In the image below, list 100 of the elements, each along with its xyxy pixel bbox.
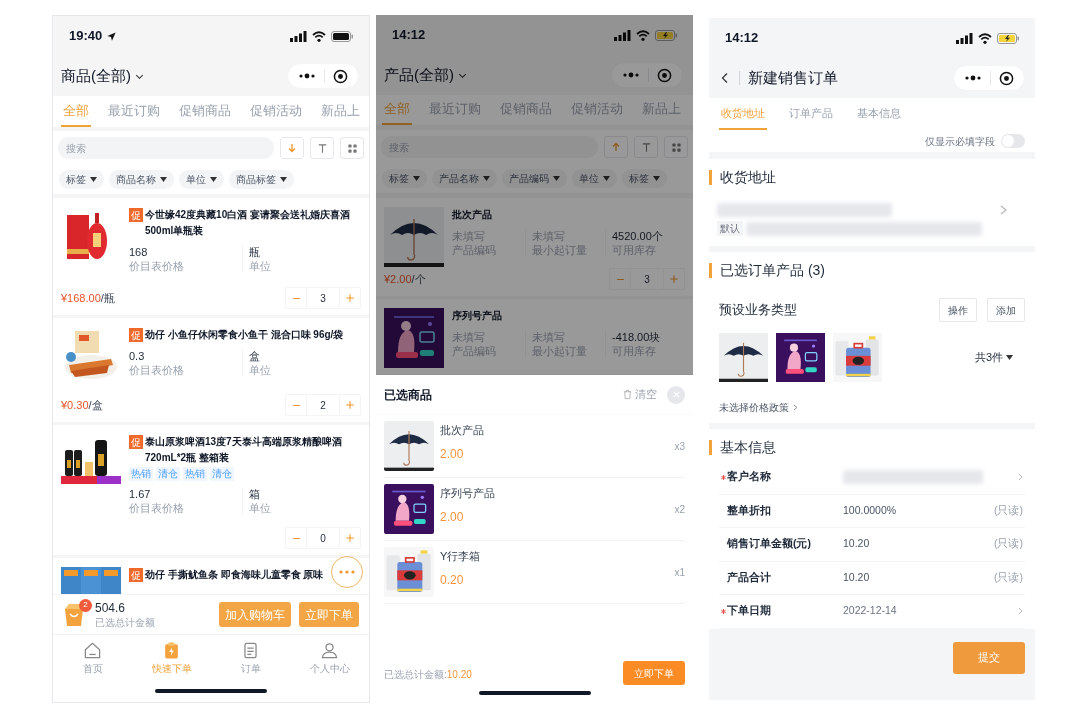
- home-icon: [83, 641, 102, 660]
- filter-button[interactable]: [310, 137, 334, 159]
- trash-icon: [622, 389, 633, 400]
- product-name: 序列号产品: [452, 309, 502, 323]
- field-value: 0.3: [129, 349, 146, 363]
- plus-icon: [345, 533, 355, 543]
- filter-chip[interactable]: 标签: [382, 169, 427, 188]
- sort-button[interactable]: [280, 137, 304, 159]
- filter-chip[interactable]: 商品名称: [109, 170, 174, 189]
- more-icon[interactable]: [622, 72, 640, 78]
- sort-button[interactable]: [604, 136, 628, 158]
- order-button[interactable]: 立即下单: [623, 661, 685, 685]
- tab[interactable]: 新品上: [319, 96, 362, 127]
- caret-down-icon: [553, 176, 560, 181]
- form-row[interactable]: 下单日期 2022-12-14: [719, 595, 1025, 629]
- small-button[interactable]: 操作: [939, 298, 977, 322]
- item-count-dropdown[interactable]: 共3件: [974, 349, 1013, 366]
- clear-button[interactable]: 清空: [622, 386, 657, 403]
- action-button[interactable]: 加入购物车: [219, 602, 291, 627]
- promo-badge: 促: [129, 328, 143, 342]
- tab[interactable]: 全部: [61, 96, 91, 127]
- price: ¥0.30: [61, 398, 89, 411]
- filter-chip[interactable]: 标签: [622, 169, 667, 188]
- caret-down-icon: [160, 177, 167, 182]
- tab[interactable]: 促销商品: [498, 95, 554, 125]
- tab-bar-item[interactable]: 个人中心: [290, 635, 369, 702]
- quantity-stepper[interactable]: 2: [285, 394, 361, 416]
- small-button[interactable]: 添加: [987, 298, 1025, 322]
- tab[interactable]: 最近订购: [427, 95, 483, 125]
- filter-chip[interactable]: 商品标签: [229, 170, 294, 189]
- shopping-bag-icon: [63, 601, 85, 626]
- toggle-switch[interactable]: [1001, 134, 1025, 148]
- quantity-stepper[interactable]: 0: [285, 527, 361, 549]
- action-button[interactable]: 立即下单: [299, 602, 359, 627]
- grid-icon: [346, 142, 358, 154]
- chevron-right-icon: [1000, 205, 1007, 215]
- tab[interactable]: 促销商品: [177, 96, 233, 127]
- page-title: 新建销售订单: [748, 67, 838, 88]
- field-label: 单位: [248, 501, 272, 515]
- caret-down-icon: [653, 176, 660, 181]
- plus-icon: [345, 400, 355, 410]
- readonly-note: (只读): [994, 536, 1023, 552]
- field-label: 价目表价格: [129, 363, 185, 377]
- product-tag: 清仓: [156, 467, 180, 481]
- close-target-icon[interactable]: [999, 70, 1014, 86]
- submit-button[interactable]: 提交: [953, 641, 1025, 674]
- promo-badge: 促: [129, 568, 143, 582]
- more-icon[interactable]: [298, 73, 316, 79]
- grid-view-button[interactable]: [664, 136, 688, 158]
- quantity-value: 3: [306, 288, 340, 308]
- tab[interactable]: 基本信息: [855, 98, 903, 130]
- quantity-stepper[interactable]: 3: [285, 287, 361, 309]
- product-name: 劲仔 小鱼仔休闲零食小鱼干 混合口味 96g/袋: [145, 328, 344, 342]
- chevron-right-icon: [793, 404, 798, 411]
- caret-down-icon: [1006, 355, 1013, 360]
- promo-badge: 促: [129, 208, 143, 222]
- filter-chip[interactable]: 产品编码: [502, 169, 567, 188]
- wifi-icon: [636, 29, 650, 41]
- form-row[interactable]: 客户名称: [719, 461, 1025, 495]
- tab[interactable]: 促销活动: [569, 95, 625, 125]
- default-tag: 默认: [717, 221, 743, 236]
- filter-chip[interactable]: 单位: [179, 170, 224, 189]
- section-title: 基本信息: [720, 437, 776, 457]
- tab[interactable]: 新品上: [640, 95, 683, 125]
- status-time: 14:12: [392, 26, 426, 45]
- signal-icon: [614, 29, 631, 41]
- tab-bar-item[interactable]: 首页: [53, 635, 132, 702]
- close-target-icon[interactable]: [657, 67, 672, 83]
- field-label: 客户名称: [727, 469, 771, 485]
- signal-icon: [956, 32, 973, 44]
- total-amount: 504.6: [95, 600, 127, 616]
- more-icon: [339, 570, 355, 574]
- field-label: 下单日期: [727, 603, 771, 619]
- page-title[interactable]: 商品(全部): [61, 64, 131, 88]
- close-icon: [671, 390, 681, 399]
- page-title[interactable]: 产品(全部): [384, 63, 454, 87]
- price-policy-link[interactable]: 未选择价格政策: [719, 400, 798, 415]
- quantity-stepper[interactable]: 3: [609, 268, 685, 290]
- chevron-right-icon: [1018, 607, 1023, 616]
- tab[interactable]: 最近订购: [106, 96, 162, 127]
- search-field[interactable]: 搜索: [58, 137, 274, 159]
- tab[interactable]: 订单产品: [787, 98, 835, 130]
- tab-bar-item[interactable]: 订单: [211, 635, 290, 702]
- filter-chip[interactable]: 标签: [59, 170, 104, 189]
- item-price: 2.00: [440, 508, 465, 526]
- filter-chip[interactable]: 产品名称: [432, 169, 497, 188]
- location-arrow-icon: [106, 30, 118, 42]
- filter-chip[interactable]: 单位: [572, 169, 617, 188]
- filter-button[interactable]: [634, 136, 658, 158]
- status-time: 19:40: [69, 27, 103, 46]
- more-icon[interactable]: [964, 75, 982, 81]
- field-label: 单位: [248, 259, 272, 273]
- close-button[interactable]: [667, 385, 685, 404]
- tab[interactable]: 全部: [382, 95, 412, 125]
- tab[interactable]: 促销活动: [248, 96, 304, 127]
- close-target-icon[interactable]: [333, 68, 348, 84]
- field-label: 产品合计: [727, 569, 771, 585]
- grid-view-button[interactable]: [340, 137, 364, 159]
- document-icon: [241, 641, 260, 660]
- quantity-value: 0: [306, 528, 340, 548]
